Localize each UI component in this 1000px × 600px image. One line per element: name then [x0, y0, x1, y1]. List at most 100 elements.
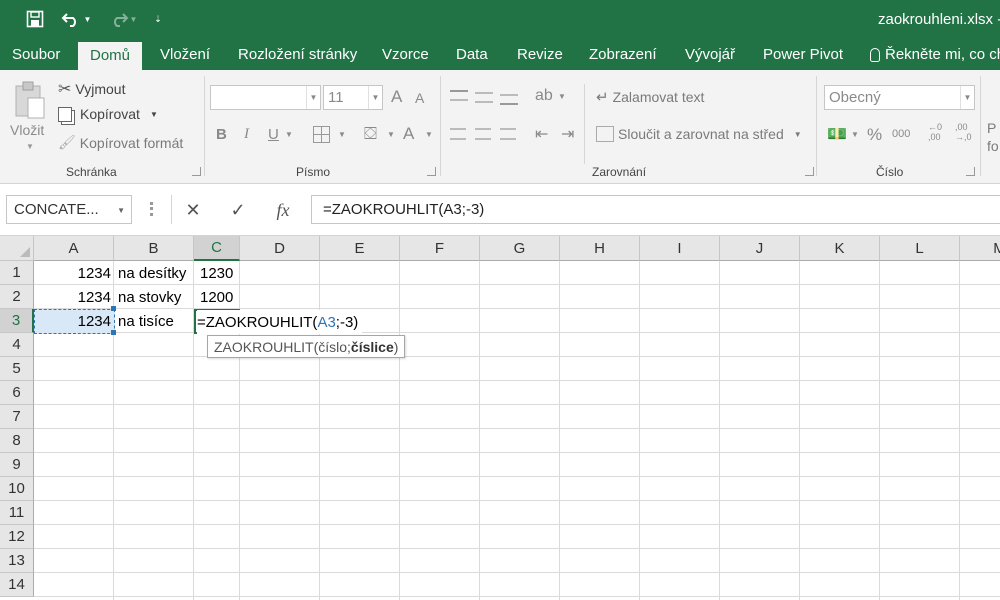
align-right-icon[interactable]: [500, 128, 516, 140]
align-top-icon[interactable]: [450, 90, 468, 101]
styles-group-partial[interactable]: P fo: [987, 120, 999, 154]
grow-font-icon[interactable]: A: [391, 87, 402, 107]
row-header-11[interactable]: 11: [0, 501, 34, 525]
tab-data[interactable]: Data: [456, 40, 488, 70]
format-painter-button[interactable]: 🖌 Kopírovat formát: [58, 134, 183, 151]
column-header-A[interactable]: A: [34, 236, 114, 261]
cell-C1[interactable]: 1230: [194, 261, 240, 285]
orientation-icon[interactable]: ab: [535, 87, 553, 105]
font-name-combo[interactable]: ▼: [210, 85, 321, 110]
tab-vzorce[interactable]: Vzorce: [382, 40, 429, 70]
row-header-13[interactable]: 13: [0, 549, 34, 573]
font-color-icon[interactable]: A: [403, 124, 414, 144]
column-header-L[interactable]: L: [880, 236, 960, 261]
underline-dropdown-icon[interactable]: ▼: [285, 130, 293, 139]
clipboard-launcher-icon[interactable]: [192, 167, 201, 176]
alignment-launcher-icon[interactable]: [805, 167, 814, 176]
fill-color-dropdown-icon[interactable]: ▼: [387, 130, 395, 139]
font-launcher-icon[interactable]: [427, 167, 436, 176]
customize-qat-icon[interactable]: ⇣: [150, 8, 166, 30]
cell-B1[interactable]: na desítky: [114, 261, 194, 285]
tab-domu[interactable]: Domů: [78, 42, 143, 70]
borders-dropdown-icon[interactable]: ▼: [338, 130, 346, 139]
cell-B3[interactable]: na tisíce: [114, 309, 194, 333]
cell-A3[interactable]: 1234: [34, 309, 115, 333]
row-header-10[interactable]: 10: [0, 477, 34, 501]
column-header-F[interactable]: F: [400, 236, 480, 261]
italic-button[interactable]: I: [244, 126, 249, 143]
select-all-corner[interactable]: [0, 236, 34, 261]
font-size-combo[interactable]: 11 ▼: [323, 85, 383, 110]
tab-power-pivot[interactable]: Power Pivot: [763, 40, 843, 70]
formula-bar-grip-icon[interactable]: [150, 202, 153, 216]
tooltip-function[interactable]: ZAOKROUHLIT(: [214, 339, 318, 355]
borders-icon[interactable]: [313, 126, 330, 143]
wrap-text-button[interactable]: ↵ Zalamovat text: [596, 88, 704, 106]
save-icon[interactable]: [22, 8, 48, 30]
cell-B2[interactable]: na stovky: [114, 285, 194, 309]
row-header-7[interactable]: 7: [0, 405, 34, 429]
undo-icon[interactable]: ▼: [58, 8, 94, 30]
align-middle-icon[interactable]: [475, 92, 493, 103]
name-box[interactable]: CONCATE... ▼: [6, 195, 132, 224]
shrink-font-icon[interactable]: A: [415, 90, 424, 106]
cancel-formula-button[interactable]: ✕: [178, 196, 208, 224]
decrease-indent-icon[interactable]: ⇤: [535, 124, 548, 144]
enter-formula-button[interactable]: ✓: [223, 196, 253, 224]
merge-center-button[interactable]: Sloučit a zarovnat na střed ▼: [596, 126, 802, 142]
align-center-icon[interactable]: [475, 128, 491, 140]
row-header-12[interactable]: 12: [0, 525, 34, 549]
row-header-1[interactable]: 1: [0, 261, 34, 285]
increase-decimal-button[interactable]: ←0 ,00: [928, 122, 946, 142]
column-header-I[interactable]: I: [640, 236, 720, 261]
row-header-5[interactable]: 5: [0, 357, 34, 381]
row-header-4[interactable]: 4: [0, 333, 34, 357]
column-header-D[interactable]: D: [240, 236, 320, 261]
paste-button[interactable]: Vložit ▼: [8, 78, 50, 158]
tab-vyvojar[interactable]: Vývojář: [685, 40, 735, 70]
tell-me-search[interactable]: Řekněte mi, co ch: [870, 40, 1000, 70]
row-header-9[interactable]: 9: [0, 453, 34, 477]
fill-handle[interactable]: [111, 306, 116, 311]
number-launcher-icon[interactable]: [966, 167, 975, 176]
align-left-icon[interactable]: [450, 128, 466, 140]
column-header-B[interactable]: B: [114, 236, 194, 261]
column-header-E[interactable]: E: [320, 236, 400, 261]
font-color-dropdown-icon[interactable]: ▼: [425, 130, 433, 139]
align-bottom-icon[interactable]: [500, 94, 518, 105]
redo-icon[interactable]: ▼: [104, 8, 140, 30]
tab-vlozeni[interactable]: Vložení: [160, 40, 210, 70]
insert-function-button[interactable]: fx: [268, 196, 298, 224]
cell-C3-editor[interactable]: =ZAOKROUHLIT(A3 ;-3): [197, 310, 363, 334]
thousands-separator-button[interactable]: 000: [892, 128, 910, 140]
row-header-14[interactable]: 14: [0, 573, 34, 597]
column-header-H[interactable]: H: [560, 236, 640, 261]
row-header-2[interactable]: 2: [0, 285, 34, 309]
cell-A1[interactable]: 1234: [34, 261, 115, 285]
copy-button[interactable]: Kopírovat ▼: [58, 106, 158, 122]
fill-color-icon[interactable]: ⛋: [364, 124, 377, 144]
bold-button[interactable]: B: [216, 126, 227, 143]
column-header-J[interactable]: J: [720, 236, 800, 261]
tooltip-arg1[interactable]: číslo;: [318, 339, 351, 355]
tooltip-arg2[interactable]: číslice: [351, 339, 394, 355]
fill-handle[interactable]: [111, 330, 116, 335]
cell-A2[interactable]: 1234: [34, 285, 115, 309]
currency-dropdown-icon[interactable]: ▼: [851, 130, 859, 139]
row-header-8[interactable]: 8: [0, 429, 34, 453]
tab-soubor[interactable]: Soubor: [12, 40, 60, 70]
increase-indent-icon[interactable]: ⇥: [561, 124, 574, 144]
orientation-dropdown-icon[interactable]: ▼: [558, 92, 566, 101]
percent-button[interactable]: %: [867, 125, 882, 145]
tab-zobrazeni[interactable]: Zobrazení: [589, 40, 657, 70]
row-header-3[interactable]: 3: [0, 309, 34, 333]
currency-icon[interactable]: 💵: [827, 124, 847, 144]
formula-input[interactable]: =ZAOKROUHLIT(A3;-3): [311, 195, 1000, 224]
column-header-C[interactable]: C: [194, 236, 240, 261]
underline-button[interactable]: U: [268, 126, 279, 143]
number-format-combo[interactable]: Obecný ▼: [824, 85, 975, 110]
tab-rozlozeni-stranky[interactable]: Rozložení stránky: [238, 40, 357, 70]
function-tooltip[interactable]: ZAOKROUHLIT(číslo; číslice): [207, 335, 406, 358]
row-header-6[interactable]: 6: [0, 381, 34, 405]
tab-revize[interactable]: Revize: [517, 40, 563, 70]
